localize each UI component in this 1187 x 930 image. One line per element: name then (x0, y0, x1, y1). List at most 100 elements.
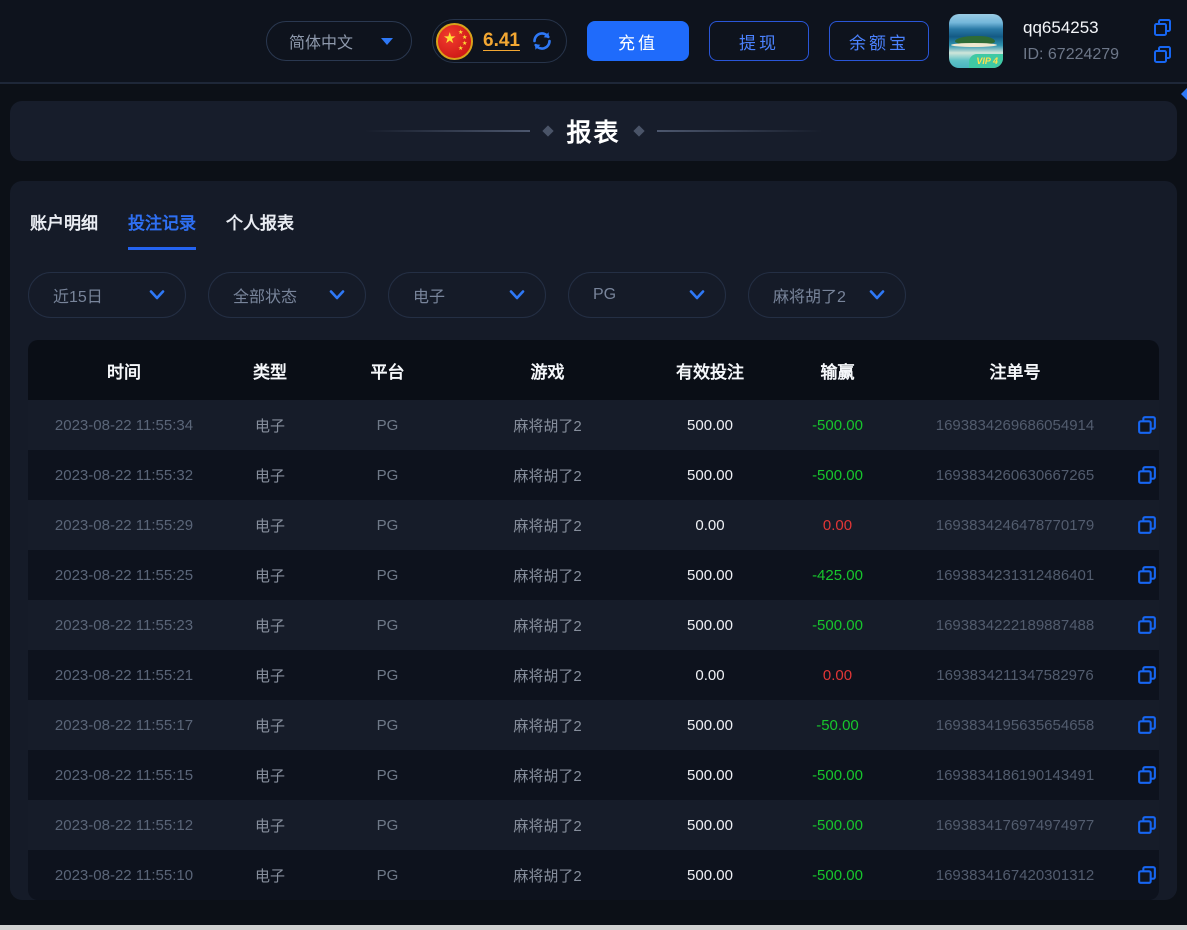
row-time: 2023-08-22 11:55:12 (28, 817, 220, 834)
row-type: 电子 (220, 415, 320, 436)
edge-collapse-arrow-icon[interactable] (1181, 88, 1187, 100)
copy-username-icon[interactable] (1152, 17, 1173, 38)
row-bet-no: 1693834231312486401 (895, 567, 1135, 584)
row-win-loss: -50.00 (780, 717, 895, 734)
tab-account-details[interactable]: 账户明细 (30, 209, 98, 250)
horizontal-scrollbar[interactable] (0, 925, 1187, 930)
row-bet-no: 1693834167420301312 (895, 867, 1135, 884)
row-type: 电子 (220, 765, 320, 786)
row-bet-no: 1693834246478770179 (895, 517, 1135, 534)
row-valid-bet: 0.00 (640, 667, 780, 684)
username: qq654253 (1023, 18, 1099, 38)
row-valid-bet: 500.00 (640, 617, 780, 634)
copy-bet-no-icon[interactable] (1135, 764, 1159, 786)
copy-id-icon[interactable] (1152, 44, 1173, 65)
col-win-loss: 输赢 (780, 358, 895, 383)
row-type: 电子 (220, 665, 320, 686)
chevron-down-icon (329, 290, 345, 300)
row-win-loss: -500.00 (780, 817, 895, 834)
row-time: 2023-08-22 11:55:21 (28, 667, 220, 684)
row-game: 麻将胡了2 (455, 415, 640, 436)
col-platform: 平台 (320, 358, 455, 383)
row-win-loss: -500.00 (780, 767, 895, 784)
row-platform: PG (320, 417, 455, 434)
row-game: 麻将胡了2 (455, 815, 640, 836)
row-win-loss: 0.00 (780, 667, 895, 684)
copy-bet-no-icon[interactable] (1135, 664, 1159, 686)
row-platform: PG (320, 717, 455, 734)
avatar[interactable]: VIP 4 (949, 14, 1003, 68)
copy-bet-no-icon[interactable] (1135, 514, 1159, 536)
recharge-button[interactable]: 充值 (587, 21, 689, 61)
table-header: 时间 类型 平台 游戏 有效投注 输赢 注单号 (28, 340, 1159, 400)
copy-bet-no-icon[interactable] (1135, 414, 1159, 436)
copy-bet-no-icon[interactable] (1135, 814, 1159, 836)
bet-records-table: 时间 类型 平台 游戏 有效投注 输赢 注单号 2023-08-22 11:55… (28, 340, 1159, 900)
user-id: ID: 67224279 (1023, 46, 1119, 64)
exchange-rate-widget[interactable]: ★★★ ★★ 6.41 (432, 19, 567, 63)
table-row: 2023-08-22 11:55:34 电子 PG 麻将胡了2 500.00 -… (28, 400, 1159, 450)
title-decor-diamond (633, 125, 644, 136)
row-type: 电子 (220, 565, 320, 586)
row-bet-no: 1693834222189887488 (895, 617, 1135, 634)
copy-bet-no-icon[interactable] (1135, 714, 1159, 736)
filter-category[interactable]: 电子 (388, 272, 546, 318)
col-bet-no: 注单号 (895, 358, 1135, 383)
refresh-icon[interactable] (530, 29, 554, 53)
row-valid-bet: 500.00 (640, 567, 780, 584)
row-time: 2023-08-22 11:55:23 (28, 617, 220, 634)
row-bet-no: 1693834269686054914 (895, 417, 1135, 434)
tab-personal-report[interactable]: 个人报表 (226, 209, 294, 250)
row-platform: PG (320, 867, 455, 884)
row-win-loss: -500.00 (780, 417, 895, 434)
row-platform: PG (320, 567, 455, 584)
row-time: 2023-08-22 11:55:17 (28, 717, 220, 734)
row-platform: PG (320, 667, 455, 684)
table-row: 2023-08-22 11:55:32 电子 PG 麻将胡了2 500.00 -… (28, 450, 1159, 500)
copy-bet-no-icon[interactable] (1135, 864, 1159, 886)
chevron-down-icon (381, 38, 393, 45)
row-time: 2023-08-22 11:55:29 (28, 517, 220, 534)
reports-panel: 账户明细 投注记录 个人报表 近15日 全部状态 电子 PG 麻将胡了2 时间 … (10, 181, 1177, 900)
chevron-down-icon (689, 290, 705, 300)
row-platform: PG (320, 517, 455, 534)
row-game: 麻将胡了2 (455, 615, 640, 636)
chevron-down-icon (149, 290, 165, 300)
row-win-loss: -500.00 (780, 467, 895, 484)
col-valid-bet: 有效投注 (640, 358, 780, 383)
row-time: 2023-08-22 11:55:10 (28, 867, 220, 884)
vip-badge: VIP 4 (969, 54, 1003, 68)
exchange-rate-value[interactable]: 6.41 (483, 30, 520, 52)
row-type: 电子 (220, 615, 320, 636)
table-row: 2023-08-22 11:55:17 电子 PG 麻将胡了2 500.00 -… (28, 700, 1159, 750)
withdraw-button[interactable]: 提现 (709, 21, 809, 61)
user-meta: qq654253 ID: 67224279 (1023, 17, 1177, 65)
row-valid-bet: 500.00 (640, 717, 780, 734)
title-decor-line (657, 130, 822, 132)
row-bet-no: 1693834176974974977 (895, 817, 1135, 834)
tab-bet-records[interactable]: 投注记录 (128, 209, 196, 250)
row-bet-no: 1693834195635654658 (895, 717, 1135, 734)
copy-bet-no-icon[interactable] (1135, 464, 1159, 486)
filter-status[interactable]: 全部状态 (208, 272, 366, 318)
title-decor-line (365, 130, 530, 132)
row-time: 2023-08-22 11:55:25 (28, 567, 220, 584)
row-platform: PG (320, 767, 455, 784)
col-game: 游戏 (455, 358, 640, 383)
language-select[interactable]: 简体中文 (266, 21, 412, 61)
language-label: 简体中文 (289, 29, 353, 53)
filter-game[interactable]: 麻将胡了2 (748, 272, 906, 318)
row-platform: PG (320, 617, 455, 634)
filters: 近15日 全部状态 电子 PG 麻将胡了2 (28, 272, 1159, 318)
table-row: 2023-08-22 11:55:10 电子 PG 麻将胡了2 500.00 -… (28, 850, 1159, 900)
row-win-loss: -500.00 (780, 617, 895, 634)
copy-bet-no-icon[interactable] (1135, 564, 1159, 586)
filter-date-range[interactable]: 近15日 (28, 272, 186, 318)
row-platform: PG (320, 817, 455, 834)
row-valid-bet: 500.00 (640, 817, 780, 834)
yuebao-button[interactable]: 余额宝 (829, 21, 929, 61)
row-type: 电子 (220, 815, 320, 836)
row-valid-bet: 0.00 (640, 517, 780, 534)
copy-bet-no-icon[interactable] (1135, 614, 1159, 636)
filter-platform[interactable]: PG (568, 272, 726, 318)
